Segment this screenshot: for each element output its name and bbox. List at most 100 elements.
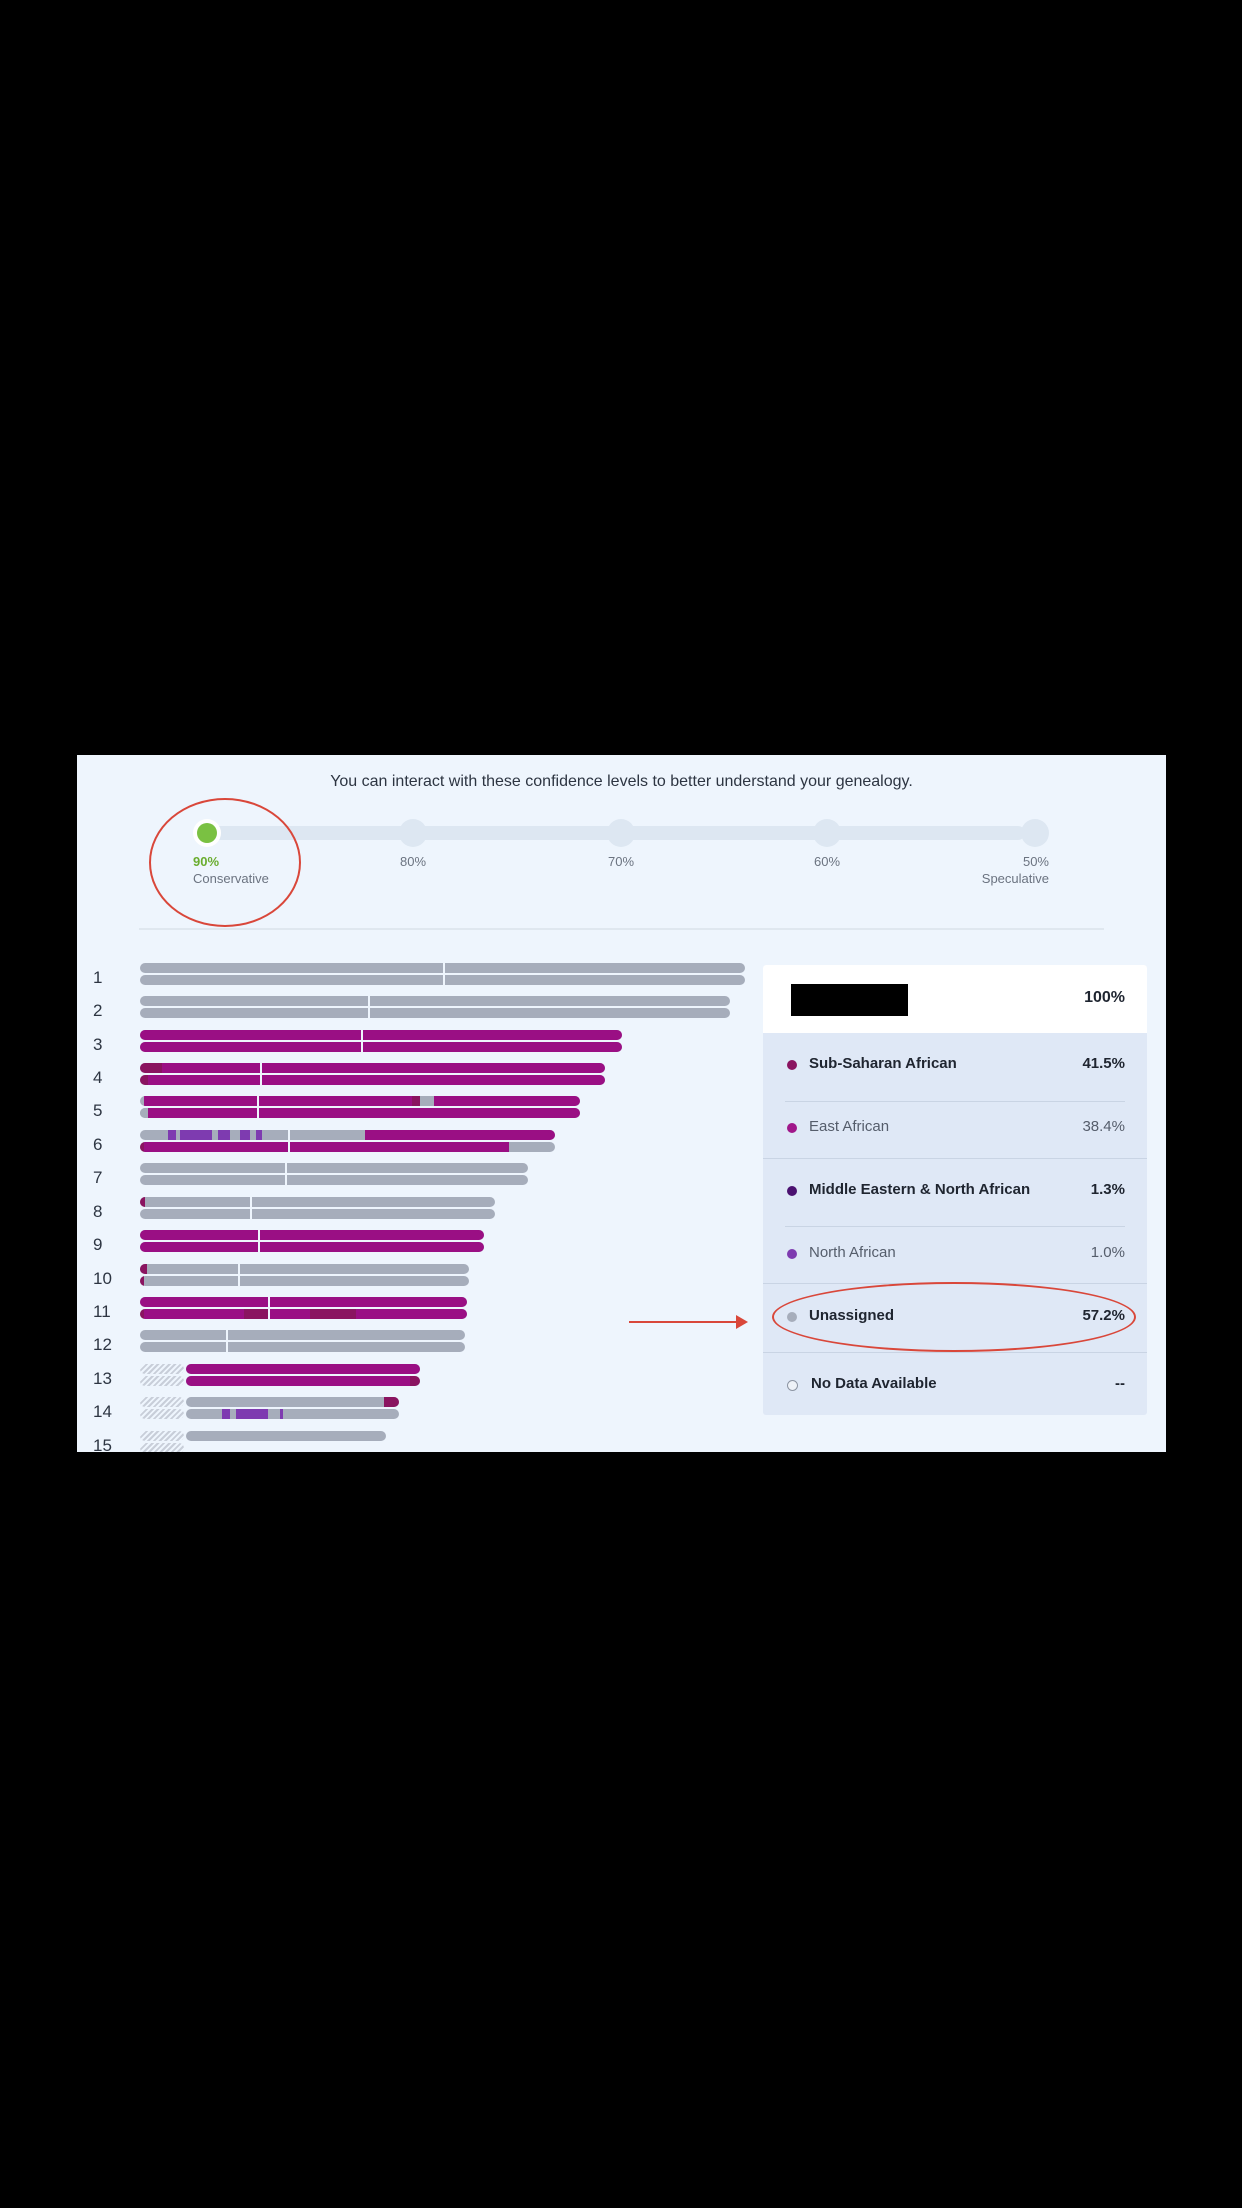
centromere-gap: [260, 1063, 262, 1073]
empty-dot-icon: [787, 1380, 798, 1391]
chromosome-bar[interactable]: [140, 1297, 467, 1307]
ancestry-segment: [280, 1409, 283, 1419]
chromosome-bar[interactable]: [140, 1096, 580, 1106]
confidence-knob-80[interactable]: [399, 819, 427, 847]
chromosome-bar[interactable]: [140, 1030, 622, 1040]
chromosome-label: 3: [93, 1035, 103, 1054]
ancestry-segment: [140, 1063, 162, 1073]
ancestry-segment: [140, 1197, 145, 1207]
no-data-region: [140, 1364, 184, 1374]
centromere-gap: [368, 996, 370, 1006]
ancestry-segment: [256, 1130, 262, 1140]
chromosome-bar[interactable]: [186, 1376, 420, 1386]
chromosome-bar[interactable]: [186, 1409, 399, 1419]
chromosome-bar[interactable]: [140, 1197, 495, 1207]
chromosome-label: 11: [93, 1302, 111, 1321]
level-label-60[interactable]: 60%: [814, 853, 840, 870]
ancestry-segment: [384, 1397, 399, 1407]
ancestry-segment: [140, 1230, 484, 1240]
chromosome-label: 9: [93, 1235, 103, 1254]
centromere-gap: [361, 1030, 363, 1040]
chromosome-bar[interactable]: [140, 1330, 465, 1340]
legend-row-sub-saharan-african[interactable]: Sub-Saharan African 41.5%: [763, 1033, 1147, 1095]
ancestry-segment: [412, 1096, 420, 1106]
centromere-gap: [226, 1342, 228, 1352]
legend-row-north-african[interactable]: North African 1.0%: [763, 1222, 1147, 1284]
chromosome-bar[interactable]: [140, 1175, 528, 1185]
chromosome-label: 7: [93, 1168, 103, 1187]
chromosome-bar[interactable]: [140, 1264, 469, 1274]
color-dot-icon: [787, 1060, 797, 1070]
chromosome-bar[interactable]: [140, 1063, 605, 1073]
chromosome-bar[interactable]: [140, 1075, 605, 1085]
confidence-knob-70[interactable]: [607, 819, 635, 847]
level-label-50[interactable]: 50% Speculative: [982, 853, 1049, 887]
chromosome-bar[interactable]: [140, 1042, 622, 1052]
centromere-gap: [258, 1242, 260, 1252]
centromere-gap: [257, 1108, 259, 1118]
chromosome-bar[interactable]: [140, 1242, 484, 1252]
chromosome-bar[interactable]: [140, 1209, 495, 1219]
divider: [139, 928, 1104, 930]
legend-row-east-african[interactable]: East African 38.4%: [763, 1096, 1147, 1158]
chromosome-label: 6: [93, 1135, 103, 1154]
chromosome-label: 5: [93, 1101, 103, 1120]
ancestry-segment: [218, 1130, 230, 1140]
ancestry-segment: [236, 1409, 268, 1419]
chromosome-label: 4: [93, 1068, 103, 1087]
chromosome-label: 2: [93, 1001, 103, 1020]
chromosome-bar[interactable]: [140, 1142, 555, 1152]
chromosome-bar[interactable]: [140, 1163, 528, 1173]
chromosome-bar[interactable]: [140, 1230, 484, 1240]
centromere-gap: [361, 1042, 363, 1052]
confidence-knob-60[interactable]: [813, 819, 841, 847]
ancestry-segment: [168, 1130, 176, 1140]
level-label-70[interactable]: 70%: [608, 853, 634, 870]
confidence-knob-50[interactable]: [1021, 819, 1049, 847]
annotation-arrow-head-icon: [736, 1315, 748, 1329]
ancestry-segment: [162, 1063, 605, 1073]
chromosome-label: 14: [93, 1402, 112, 1421]
chromosome-bar[interactable]: [186, 1431, 386, 1441]
chromosome-bar[interactable]: [140, 1130, 555, 1140]
chromosome-bar[interactable]: [186, 1397, 399, 1407]
no-data-region: [140, 1409, 184, 1419]
chromosome-bar[interactable]: [186, 1364, 420, 1374]
chromosome-bar[interactable]: [140, 996, 730, 1006]
ancestry-segment: [140, 1042, 622, 1052]
centromere-gap: [226, 1330, 228, 1340]
chromosome-bar[interactable]: [140, 975, 745, 985]
chromosome-bar[interactable]: [140, 1108, 580, 1118]
ancestry-segment: [144, 1096, 414, 1106]
annotation-oval-unassigned: [772, 1282, 1136, 1352]
ancestry-segment: [140, 1264, 147, 1274]
level-label-80[interactable]: 80%: [400, 853, 426, 870]
chromosome-bar[interactable]: [140, 1008, 730, 1018]
centromere-gap: [250, 1209, 252, 1219]
ancestry-segment: [270, 1309, 310, 1319]
centromere-gap: [368, 1008, 370, 1018]
ancestry-segment: [222, 1409, 230, 1419]
ancestry-segment: [144, 1309, 244, 1319]
centromere-gap: [443, 963, 445, 973]
ancestry-segment: [140, 1108, 148, 1118]
instruction-text: You can interact with these confidence l…: [330, 773, 913, 790]
legend-header: 100%: [763, 965, 1147, 1033]
color-dot-icon: [787, 1123, 797, 1133]
centromere-gap: [285, 1163, 287, 1173]
ancestry-segment: [148, 1108, 580, 1118]
chromosome-bar[interactable]: [140, 1276, 469, 1286]
legend-row-middle-eastern-north-african[interactable]: Middle Eastern & North African 1.3%: [763, 1159, 1147, 1221]
chromosome-bar[interactable]: [140, 1342, 465, 1352]
color-dot-icon: [787, 1249, 797, 1259]
ancestry-segment: [434, 1096, 580, 1106]
ancestry-segment: [144, 1142, 509, 1152]
ancestry-segment: [180, 1130, 212, 1140]
chromosome-bar[interactable]: [140, 1309, 467, 1319]
centromere-gap: [258, 1230, 260, 1240]
legend-row-no-data[interactable]: No Data Available --: [763, 1353, 1147, 1415]
ancestry-segment: [186, 1376, 414, 1386]
ancestry-segment: [310, 1309, 356, 1319]
centromere-gap: [443, 975, 445, 985]
chromosome-bar[interactable]: [140, 963, 745, 973]
